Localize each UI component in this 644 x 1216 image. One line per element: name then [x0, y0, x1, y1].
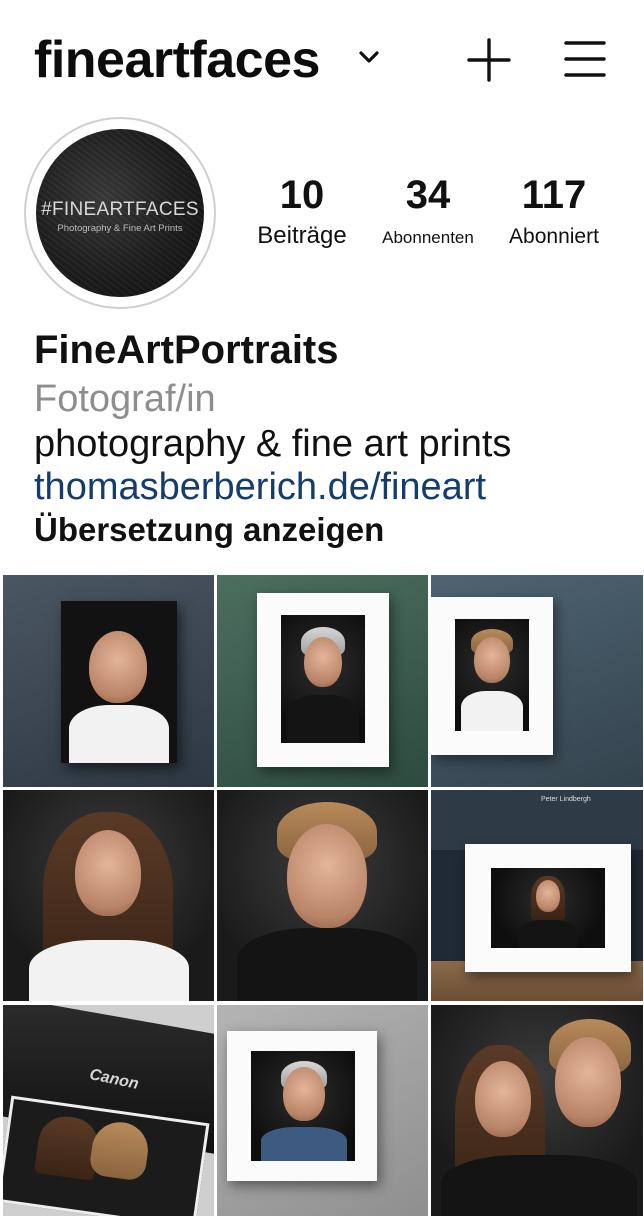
gallery-wall: Peter Lindbergh [431, 790, 643, 850]
stat-posts[interactable]: 10 Beiträge [244, 172, 360, 250]
avatar-title: #FINEARTFACES [41, 199, 199, 220]
post-thumbnail[interactable] [3, 790, 214, 1001]
post-thumbnail[interactable] [431, 575, 643, 787]
chevron-down-icon[interactable] [356, 44, 382, 70]
profile-name: FineArtPortraits [34, 328, 339, 372]
post-thumbnail[interactable] [3, 575, 214, 787]
followers-count: 34 [405, 173, 451, 217]
post-thumbnail[interactable] [217, 575, 428, 787]
following-label: Abonniert [509, 225, 599, 248]
stat-followers[interactable]: 34 Abonnenten [370, 172, 486, 248]
hamburger-menu-icon[interactable] [564, 39, 606, 79]
canvas-print [61, 601, 177, 763]
avatar-subtitle: Photography & Fine Art Prints [57, 223, 183, 234]
gallery-sign: Peter Lindbergh [541, 796, 591, 803]
avatar[interactable]: #FINEARTFACES Photography & Fine Art Pri… [24, 117, 216, 309]
post-thumbnail[interactable] [217, 790, 428, 1001]
profile-category: Fotograf/in [34, 378, 216, 420]
posts-count: 10 [279, 173, 325, 217]
profile-header: fineartfaces [0, 0, 644, 118]
post-thumbnail[interactable] [217, 1005, 428, 1216]
followers-label: Abonnenten [382, 228, 474, 247]
following-count: 117 [521, 173, 587, 217]
post-grid: Peter Lindbergh Canon [3, 575, 643, 1216]
post-thumbnail[interactable]: Peter Lindbergh [431, 790, 643, 1001]
stat-following[interactable]: 117 Abonniert [494, 172, 614, 249]
profile-website-link[interactable]: thomasberberich.de/fineart [34, 466, 486, 509]
username-title[interactable]: fineartfaces [34, 30, 320, 90]
posts-label: Beiträge [257, 222, 347, 249]
plus-icon[interactable] [466, 37, 512, 83]
avatar-image: #FINEARTFACES Photography & Fine Art Pri… [36, 129, 204, 297]
profile-bio-text: photography & fine art prints [34, 423, 512, 465]
translate-button[interactable]: Übersetzung anzeigen [34, 511, 384, 549]
post-thumbnail[interactable]: Canon [3, 1005, 214, 1216]
post-thumbnail[interactable] [431, 1005, 643, 1216]
